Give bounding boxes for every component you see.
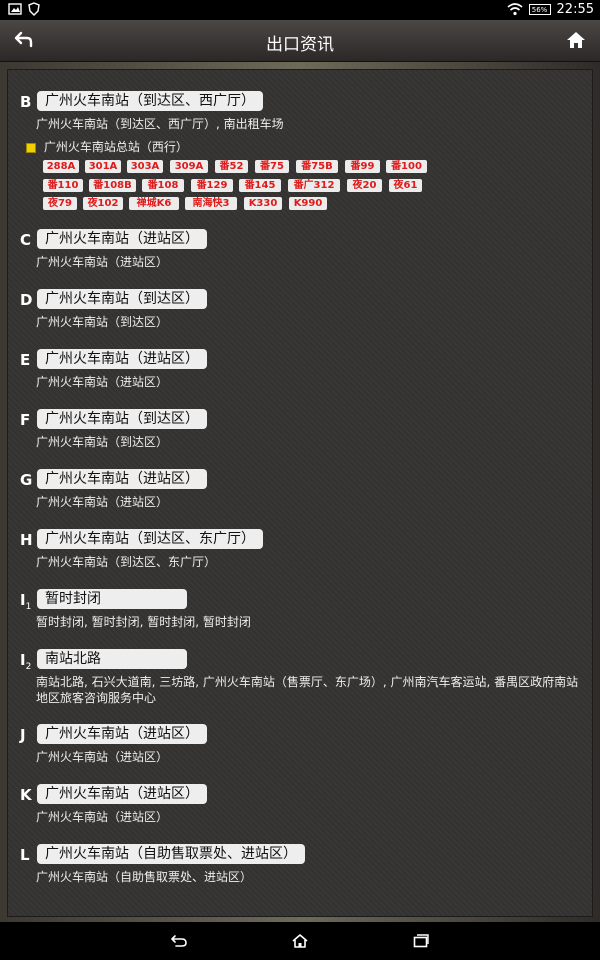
battery-level: 56% xyxy=(531,5,548,14)
exit-letter: I1 xyxy=(20,591,32,612)
exit-description: 广州火车南站（到达区） xyxy=(36,315,169,329)
home-icon[interactable] xyxy=(291,934,309,948)
back-icon[interactable] xyxy=(170,934,188,948)
image-icon xyxy=(8,3,22,15)
bus-route[interactable]: 288A xyxy=(43,160,79,173)
exit-name-label: 广州火车南站（到达区） xyxy=(37,409,207,429)
bus-route[interactable]: 番75 xyxy=(255,160,289,173)
exit-description: 暂时封闭, 暂时封闭, 暂时封闭, 暂时封闭 xyxy=(36,615,251,629)
exit-letter: C xyxy=(20,231,32,249)
exit-name-label: 广州火车南站（到达区、东广厅） xyxy=(37,529,263,549)
bus-route[interactable]: 番110 xyxy=(43,179,83,192)
bus-route[interactable]: 夜79 xyxy=(43,197,77,210)
exit-letter: E xyxy=(20,351,31,369)
exit-letter: G xyxy=(20,471,33,489)
exit-description: 南站北路, 石兴大道南, 三坊路, 广州火车南站（售票厅、东广场）, 广州南汽车… xyxy=(36,675,579,705)
bus-route[interactable]: 303A xyxy=(127,160,163,173)
exit-description: 广州火车南站（进站区） xyxy=(36,255,169,269)
exit-letter: H xyxy=(20,531,33,549)
bus-route[interactable]: 番129 xyxy=(191,179,233,192)
bus-route[interactable]: 番100 xyxy=(386,160,427,173)
exit-name-label: 南站北路 xyxy=(37,649,187,669)
exit-description: 广州火车南站（进站区） xyxy=(36,375,169,389)
bus-route[interactable]: 番108 xyxy=(142,179,184,192)
exit-name-label: 广州火车南站（进站区） xyxy=(37,469,207,489)
exit-info-panel: B 广州火车南站（到达区、西广厅） 广州火车南站（到达区、西广厅）, 南出租车场… xyxy=(7,69,593,917)
bus-route[interactable]: 夜20 xyxy=(347,179,382,192)
clock: 22:55 xyxy=(556,2,594,17)
exit-name-label: 广州火车南站（进站区） xyxy=(37,349,207,369)
bus-route[interactable]: 309A xyxy=(170,160,208,173)
exit-name-label: 广州火车南站（进站区） xyxy=(37,784,207,804)
recent-apps-icon[interactable] xyxy=(413,934,429,948)
bus-route[interactable]: 番75B xyxy=(296,160,338,173)
exit-letter: D xyxy=(20,291,33,309)
exit-letter-subscript: 2 xyxy=(25,662,32,672)
bus-route[interactable]: 番108B xyxy=(89,179,136,192)
bus-stop-icon xyxy=(26,142,36,153)
title-bar: 出口资讯 xyxy=(0,20,600,62)
page-title: 出口资讯 xyxy=(266,35,334,55)
shield-icon xyxy=(28,2,40,16)
exit-letter: I2 xyxy=(20,651,32,672)
wifi-icon xyxy=(507,3,523,16)
exit-letter: B xyxy=(20,93,32,111)
home-icon[interactable] xyxy=(566,30,586,50)
exit-name-label: 广州火车南站（进站区） xyxy=(37,724,207,744)
exit-description: 广州火车南站（进站区） xyxy=(36,495,169,509)
exit-name-label: 广州火车南站（到达区、西广厅） xyxy=(37,91,263,111)
bus-stop: 广州火车南站总站（西行） xyxy=(26,138,188,155)
exit-name-label: 广州火车南站（进站区） xyxy=(37,229,207,249)
exit-letter: K xyxy=(20,786,32,804)
exit-description: 广州火车南站（自助售取票处、进站区） xyxy=(36,870,253,884)
exit-description: 广州火车南站（到达区） xyxy=(36,435,169,449)
exit-description: 广州火车南站（到达区、西广厅）, 南出租车场 xyxy=(36,117,284,131)
navigation-bar xyxy=(0,922,600,960)
battery-icon: 56% xyxy=(528,4,551,15)
bus-route[interactable]: K330 xyxy=(244,197,282,210)
exit-letter-subscript: 1 xyxy=(25,602,32,612)
bus-route[interactable]: 夜102 xyxy=(83,197,123,210)
bus-route[interactable]: 夜61 xyxy=(389,179,422,192)
exit-name-label: 广州火车南站（自助售取票处、进站区） xyxy=(37,844,305,864)
exit-description: 广州火车南站（进站区） xyxy=(36,750,169,764)
exit-letter: J xyxy=(20,726,26,744)
bus-route[interactable]: 番145 xyxy=(239,179,281,192)
exit-letter: L xyxy=(20,846,30,864)
exit-name-label: 广州火车南站（到达区） xyxy=(37,289,207,309)
exit-name-label: 暂时封闭 xyxy=(37,589,187,609)
bus-route[interactable]: 番广312 xyxy=(288,179,340,192)
exit-letter: F xyxy=(20,411,31,429)
exit-description: 广州火车南站（到达区、东广厅） xyxy=(36,555,217,569)
bus-route[interactable]: 南海快3 xyxy=(185,197,237,210)
exit-description: 广州火车南站（进站区） xyxy=(36,810,169,824)
bus-route[interactable]: 301A xyxy=(85,160,121,173)
bus-stop-name: 广州火车南站总站（西行） xyxy=(43,140,188,154)
bus-route[interactable]: 禅城K6 xyxy=(129,197,179,210)
status-bar: 56% 22:55 xyxy=(0,0,600,20)
bus-route[interactable]: K990 xyxy=(289,197,327,210)
bus-route[interactable]: 番52 xyxy=(215,160,248,173)
bus-route[interactable]: 番99 xyxy=(345,160,380,173)
